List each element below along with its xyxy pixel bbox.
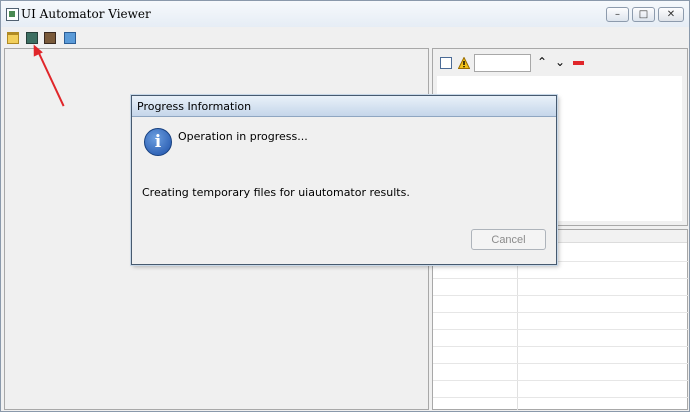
up-arrow-icon[interactable]: ⌃ [536, 55, 548, 69]
title-bar[interactable]: UI Automator Viewer – □ ✕ [1, 1, 689, 27]
app-icon [6, 8, 19, 21]
detail-message: Creating temporary files for uiautomator… [142, 186, 410, 199]
search-field[interactable] [474, 54, 531, 72]
window-title: UI Automator Viewer [21, 7, 151, 21]
device-screenshot-compressed-icon[interactable] [44, 32, 56, 44]
progress-dialog: Progress Information i Operation in prog… [131, 95, 557, 265]
table-row [433, 346, 689, 347]
minimize-button[interactable]: – [606, 7, 629, 22]
open-folder-icon[interactable] [7, 32, 19, 44]
table-row [433, 329, 689, 330]
warning-icon[interactable] [457, 56, 471, 69]
clear-icon[interactable] [573, 61, 584, 65]
dialog-title-bar[interactable]: Progress Information [132, 96, 556, 117]
table-row [433, 278, 689, 279]
table-row [433, 380, 689, 381]
dialog-title: Progress Information [137, 100, 252, 113]
expand-all-icon[interactable] [440, 57, 452, 69]
maximize-button[interactable]: □ [632, 7, 655, 22]
info-icon: i [144, 128, 172, 156]
operation-message: Operation in progress... [178, 130, 308, 143]
main-toolbar [1, 28, 689, 48]
save-icon[interactable] [64, 32, 76, 44]
table-row [433, 363, 689, 364]
down-arrow-icon[interactable]: ⌄ [554, 56, 566, 70]
table-row [433, 397, 689, 398]
close-button[interactable]: ✕ [658, 7, 684, 22]
table-row [433, 295, 689, 296]
cancel-button[interactable]: Cancel [471, 229, 546, 250]
table-row [433, 312, 689, 313]
